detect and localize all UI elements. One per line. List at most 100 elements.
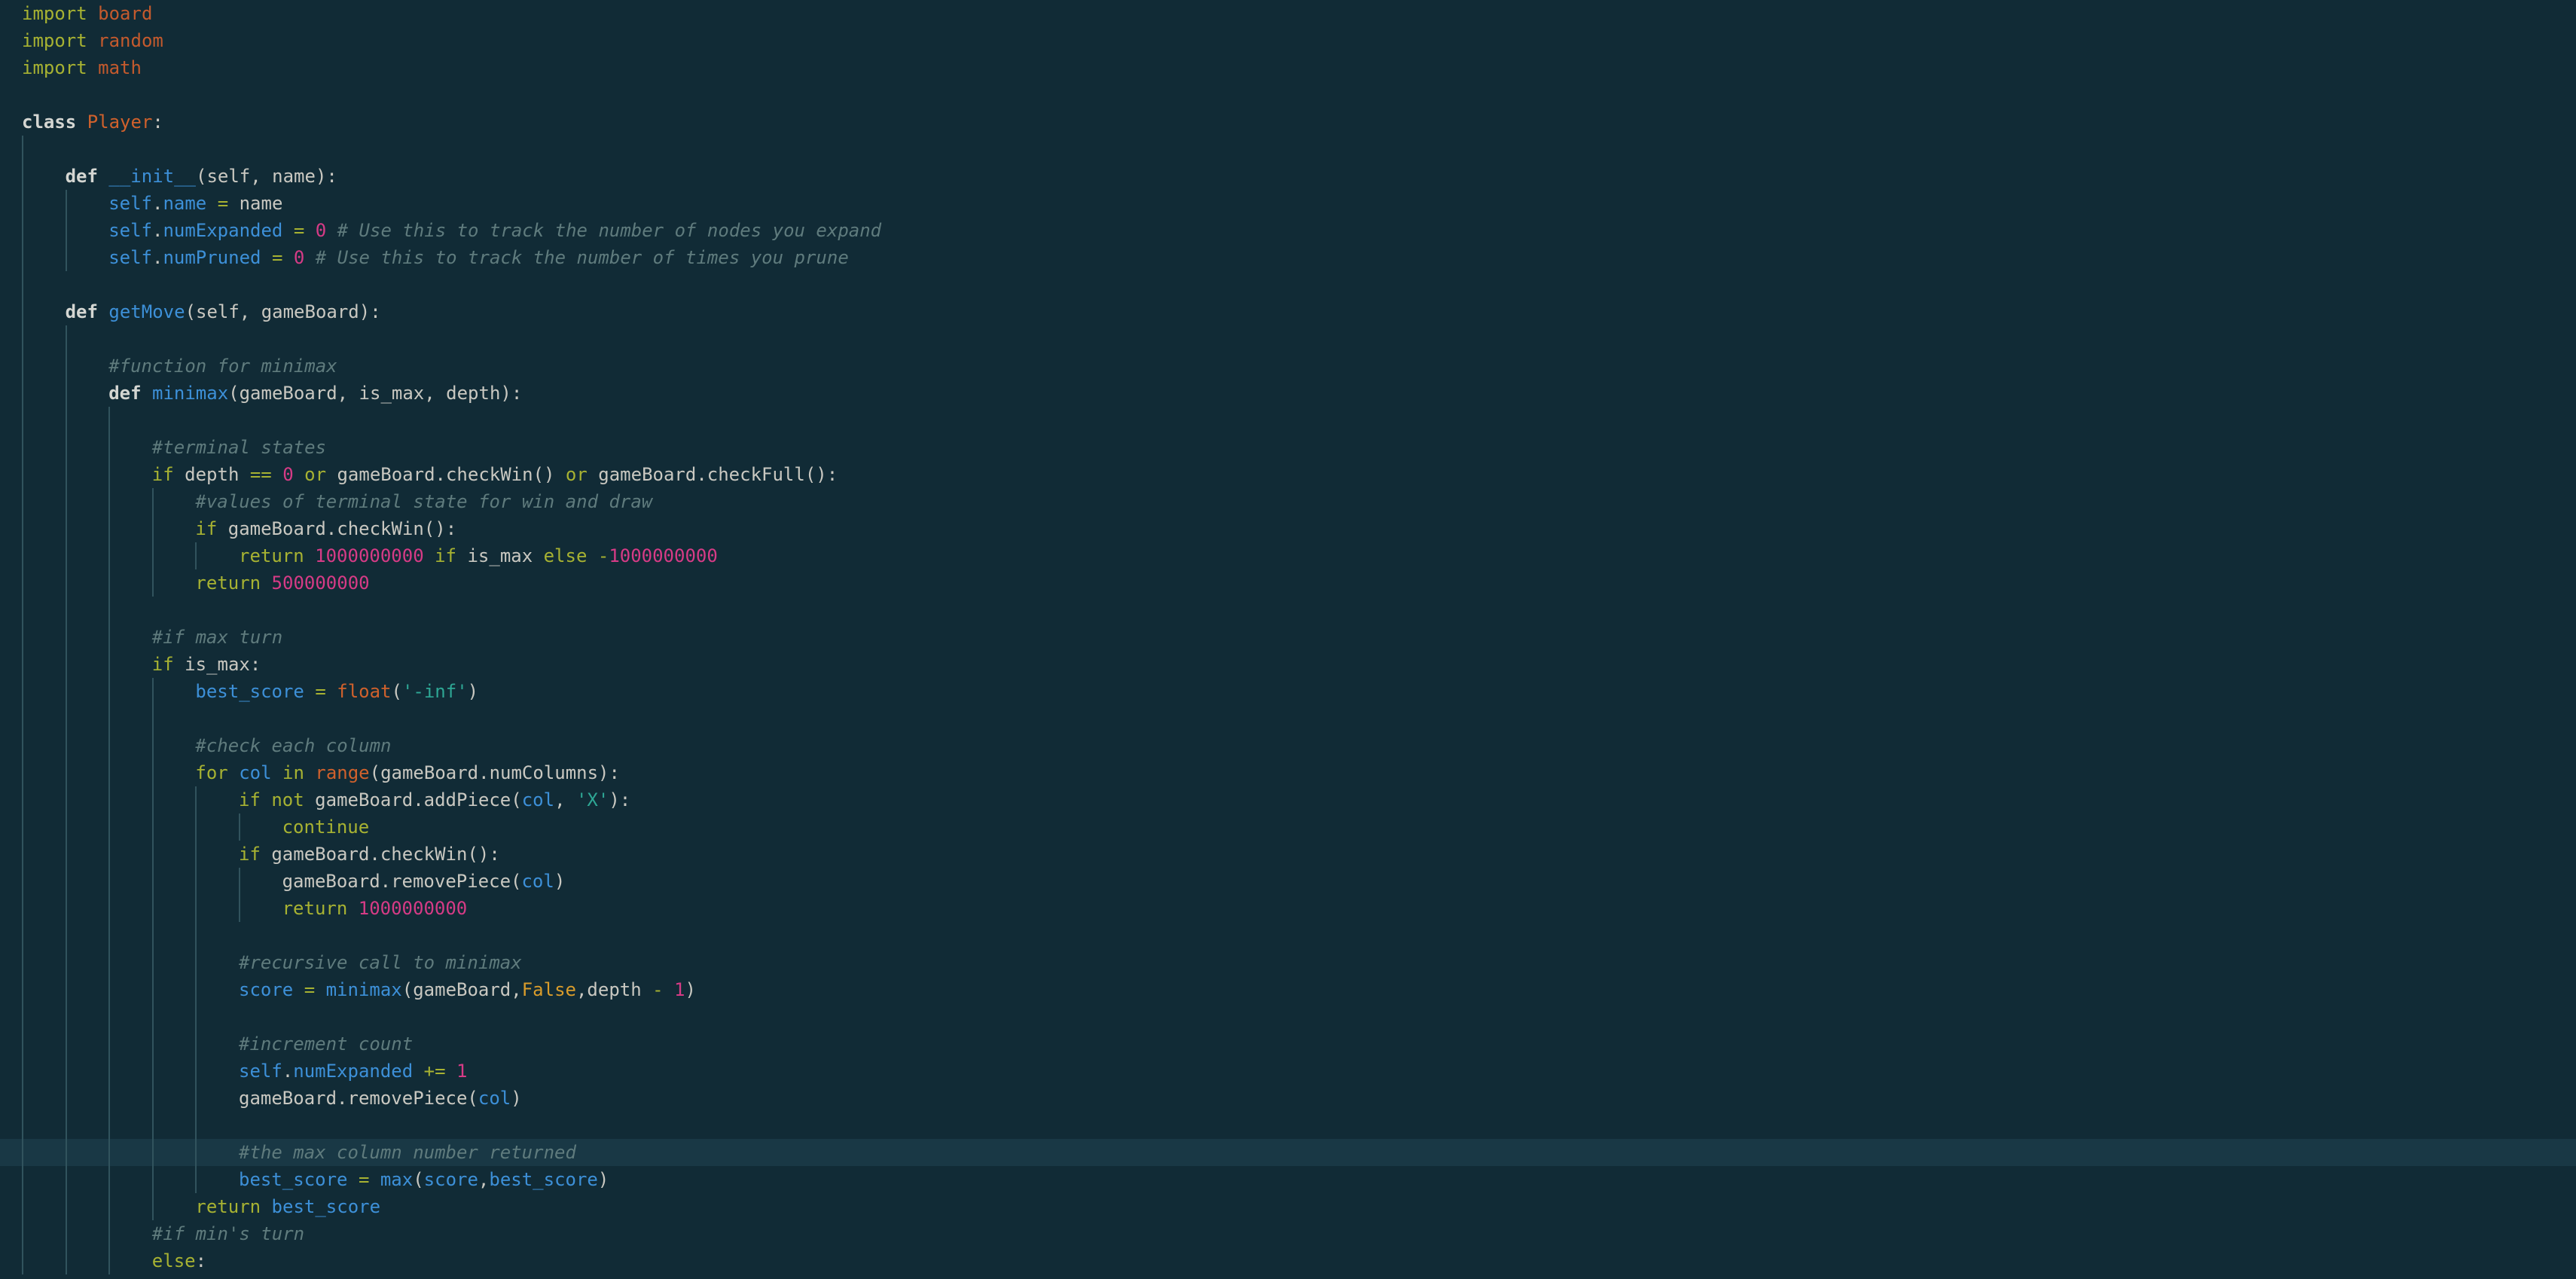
code-line[interactable]: def minimax(gameBoard, is_max, depth): <box>0 380 2576 407</box>
code-token: #if min's turn <box>151 1223 305 1244</box>
code-line[interactable] <box>0 325 2576 353</box>
code-line[interactable] <box>0 407 2576 434</box>
code-line[interactable]: #function for minimax <box>0 353 2576 380</box>
code-token: #recursive call to minimax <box>239 952 522 973</box>
code-text: #check each column <box>22 735 391 756</box>
code-line[interactable]: def __init__(self, name): <box>0 163 2576 190</box>
code-line[interactable]: best_score = max(score,best_score) <box>0 1166 2576 1193</box>
indent-guide <box>22 1003 23 1030</box>
code-line[interactable]: class Player: <box>0 108 2576 136</box>
code-line[interactable]: return 1000000000 <box>0 895 2576 922</box>
indent-guide <box>65 190 67 217</box>
code-token: gameBoard.checkWin() <box>326 464 566 485</box>
indent-guide <box>151 1112 154 1139</box>
code-line[interactable]: #recursive call to minimax <box>0 949 2576 976</box>
code-text: #recursive call to minimax <box>22 952 522 973</box>
code-line[interactable] <box>0 705 2576 732</box>
code-line[interactable]: #check each column <box>0 732 2576 759</box>
code-token: numExpanded <box>163 220 283 241</box>
indent-guide <box>151 1058 154 1085</box>
code-text: if is_max: <box>22 654 261 675</box>
code-line[interactable]: #values of terminal state for win and dr… <box>0 488 2576 515</box>
code-token: = <box>217 193 229 214</box>
code-line[interactable] <box>0 81 2576 108</box>
code-token: import <box>22 30 87 51</box>
code-token: else <box>543 545 588 566</box>
indent-guide <box>151 1139 154 1166</box>
code-line[interactable]: #increment count <box>0 1030 2576 1058</box>
code-token: best_score <box>239 1169 348 1190</box>
indent-guide <box>151 732 154 759</box>
code-editor[interactable]: import board import random import math clas… <box>0 0 2576 1279</box>
code-line[interactable]: if gameBoard.checkWin(): <box>0 841 2576 868</box>
indent-guide <box>65 488 67 515</box>
code-token: math <box>98 57 142 78</box>
indent-guide <box>65 434 67 461</box>
code-line[interactable]: #if max turn <box>0 624 2576 651</box>
code-token: ): <box>609 789 631 810</box>
indent-guide <box>151 976 154 1003</box>
indent-guide <box>65 868 67 895</box>
code-token: not <box>271 789 304 810</box>
indent-guide <box>22 949 23 976</box>
indent-guide <box>65 949 67 976</box>
code-line[interactable]: #terminal states <box>0 434 2576 461</box>
code-line[interactable]: return 500000000 <box>0 569 2576 597</box>
code-line[interactable]: gameBoard.removePiece(col) <box>0 1085 2576 1112</box>
code-line[interactable]: else: <box>0 1247 2576 1274</box>
indent-guide <box>65 841 67 868</box>
code-line[interactable]: return 1000000000 if is_max else -100000… <box>0 542 2576 569</box>
code-line[interactable]: if depth == 0 or gameBoard.checkWin() or… <box>0 461 2576 488</box>
code-line[interactable]: if not gameBoard.addPiece(col, 'X'): <box>0 786 2576 813</box>
code-area[interactable]: import board import random import math clas… <box>0 0 2576 1274</box>
indent-guide <box>108 813 111 841</box>
code-line[interactable] <box>0 136 2576 163</box>
code-line[interactable]: self.numExpanded = 0 # Use this to track… <box>0 217 2576 244</box>
code-line[interactable] <box>0 1003 2576 1030</box>
indent-guide <box>65 1058 67 1085</box>
indent-guide <box>65 407 67 434</box>
code-line[interactable]: continue <box>0 813 2576 841</box>
code-line[interactable]: #if min's turn <box>0 1220 2576 1247</box>
code-line[interactable]: score = minimax(gameBoard,False,depth - … <box>0 976 2576 1003</box>
code-line[interactable]: if gameBoard.checkWin(): <box>0 515 2576 542</box>
indent-guide <box>22 1112 23 1139</box>
indent-guide <box>65 895 67 922</box>
code-line[interactable]: best_score = float('-inf') <box>0 678 2576 705</box>
code-line[interactable]: gameBoard.removePiece(col) <box>0 868 2576 895</box>
code-line[interactable] <box>0 1112 2576 1139</box>
code-line[interactable]: for col in range(gameBoard.numColumns): <box>0 759 2576 786</box>
indent-guide <box>22 380 23 407</box>
code-line[interactable]: import board <box>0 0 2576 27</box>
code-token: col <box>239 762 272 783</box>
indent-guide <box>108 1003 111 1030</box>
code-line[interactable]: def getMove(self, gameBoard): <box>0 298 2576 325</box>
code-token: 0 <box>282 464 294 485</box>
indent-guide <box>151 1030 154 1058</box>
code-token: random <box>98 30 163 51</box>
code-token: . <box>151 247 163 268</box>
code-line[interactable]: import math <box>0 54 2576 81</box>
code-line[interactable] <box>0 271 2576 298</box>
code-line[interactable]: return best_score <box>0 1193 2576 1220</box>
code-token: #values of terminal state for win and dr… <box>195 491 653 512</box>
code-line[interactable]: self.numPruned = 0 # Use this to track t… <box>0 244 2576 271</box>
code-token: = <box>271 247 283 268</box>
code-line[interactable] <box>0 597 2576 624</box>
code-line[interactable] <box>0 922 2576 949</box>
indent-guide <box>65 569 67 597</box>
code-line[interactable]: import random <box>0 27 2576 54</box>
code-line[interactable]: if is_max: <box>0 651 2576 678</box>
code-line[interactable]: self.name = name <box>0 190 2576 217</box>
code-text: if gameBoard.checkWin(): <box>22 844 500 865</box>
code-text: gameBoard.removePiece(col) <box>22 1088 522 1109</box>
code-line[interactable]: #the max column number returned <box>0 1139 2576 1166</box>
code-line[interactable]: self.numExpanded += 1 <box>0 1058 2576 1085</box>
